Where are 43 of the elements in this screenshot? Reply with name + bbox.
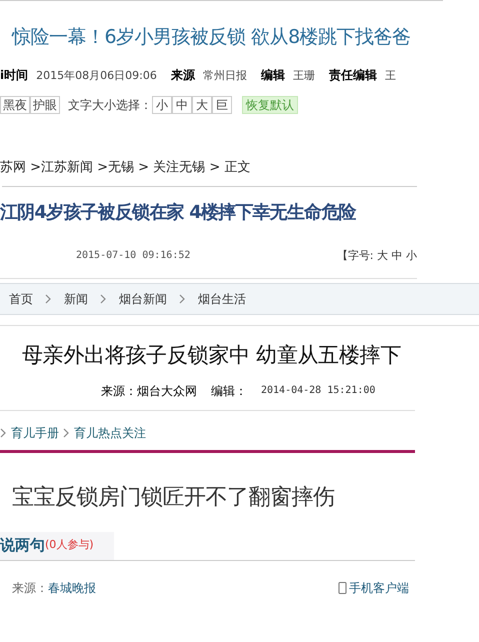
headline: 宝宝反锁房门锁匠开不了翻窗摔伤 bbox=[11, 484, 336, 512]
comment-tab[interactable]: 说两句(0人参与) bbox=[0, 532, 114, 560]
chevron-icon bbox=[0, 428, 7, 438]
headline: 母亲外出将孩子反锁家中 幼童从五楼摔下 bbox=[21, 342, 402, 369]
headline: 江阴4岁孩子被反锁在家 4楼摔下幸无生命危险 bbox=[0, 200, 358, 224]
article-date: 2015-07-10 09:16:52 bbox=[76, 249, 190, 264]
comment-count: (0人参与) bbox=[45, 537, 94, 554]
phone-icon bbox=[338, 582, 347, 594]
headline: 惊险一幕！6岁小男孩被反锁 欲从8楼跳下找爸爸 bbox=[10, 25, 412, 50]
breadcrumb-link[interactable]: 烟台新闻 bbox=[119, 290, 167, 308]
source: 来源：烟台大众网 bbox=[101, 382, 197, 400]
chevron-icon bbox=[45, 294, 52, 304]
meta-label: 编辑 bbox=[260, 66, 285, 84]
chevron-icon bbox=[179, 294, 186, 304]
meta-value: 王 bbox=[384, 68, 396, 84]
editor-label: 编辑： bbox=[211, 382, 247, 400]
breadcrumb: 苏网 >江苏新闻 >无锡 > 关注无锡 > 正文 bbox=[0, 159, 252, 177]
breadcrumb-link[interactable]: 育儿热点关注 bbox=[74, 424, 146, 442]
meta-value: 王珊 bbox=[292, 68, 315, 84]
article-date: 2014-04-28 15:21:00 bbox=[261, 384, 376, 398]
mode-button[interactable]: 黑夜 bbox=[0, 96, 30, 114]
mode-button[interactable]: 护眼 bbox=[30, 96, 60, 114]
meta-label: i时间 bbox=[0, 66, 28, 84]
meta-label: 来源 bbox=[170, 66, 195, 84]
chevron-icon bbox=[100, 294, 107, 304]
chevron-icon bbox=[63, 428, 70, 438]
source-link[interactable]: 春城晚报 bbox=[48, 578, 96, 596]
font-size-options: 【字号: 大 中 小 bbox=[336, 248, 417, 264]
breadcrumb-link[interactable]: 烟台生活 bbox=[198, 290, 246, 308]
font-size-button[interactable]: 中 bbox=[172, 96, 192, 114]
mobile-client-link[interactable]: 手机客户端 bbox=[349, 578, 409, 596]
breadcrumb-link[interactable]: 新闻 bbox=[64, 290, 88, 308]
source-label: 来源： bbox=[12, 580, 48, 596]
comment-tab-label[interactable]: 说两句 bbox=[0, 534, 45, 557]
font-size-button[interactable]: 小 bbox=[152, 96, 172, 114]
meta-label: 责任编辑 bbox=[328, 66, 377, 84]
meta-value: 常州日报 bbox=[202, 68, 247, 84]
breadcrumb-link[interactable]: 育儿手册 bbox=[11, 424, 59, 442]
breadcrumb-link[interactable]: 首页 bbox=[9, 290, 33, 308]
font-size-button[interactable]: 巨 bbox=[212, 96, 232, 114]
font-size-button[interactable]: 大 bbox=[192, 96, 212, 114]
font-size-label: 文字大小选择： bbox=[68, 97, 152, 114]
meta-value: 2015年08月06日09:06 bbox=[36, 68, 157, 84]
